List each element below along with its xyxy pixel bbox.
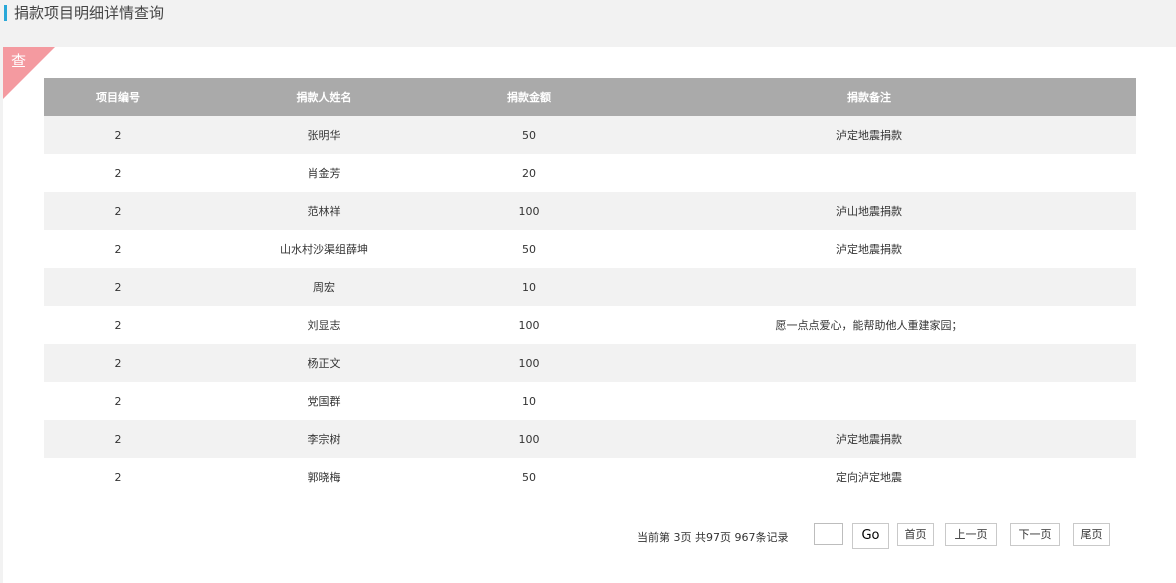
next-page-button[interactable]: 下一页 xyxy=(1010,523,1060,546)
cell-project-id: 2 xyxy=(44,116,192,154)
cell-donor-name: 山水村沙渠组薛坤 xyxy=(192,230,456,268)
go-button[interactable]: Go xyxy=(852,523,889,549)
cell-donor-name: 周宏 xyxy=(192,268,456,306)
cell-project-id: 2 xyxy=(44,268,192,306)
cell-amount: 50 xyxy=(456,230,602,268)
page-title: 捐款项目明细详情查询 xyxy=(14,4,165,22)
cell-remark xyxy=(602,344,1136,382)
previous-page-button[interactable]: 上一页 xyxy=(945,523,997,546)
cell-project-id: 2 xyxy=(44,230,192,268)
cell-remark xyxy=(602,154,1136,192)
cell-amount: 10 xyxy=(456,268,602,306)
table-body: 2 张明华 50 泸定地震捐款 2 肖金芳 20 2 范林祥 100 泸山地震捐款 2 山水村沙渠组薛坤… xyxy=(44,116,1136,496)
cell-donor-name: 李宗树 xyxy=(192,420,456,458)
last-page-button[interactable]: 尾页 xyxy=(1073,523,1110,546)
cell-remark: 定向泸定地震 xyxy=(602,458,1136,496)
cell-donor-name: 范林祥 xyxy=(192,192,456,230)
donation-table: 项目编号 捐款人姓名 捐款金额 捐款备注 2 张明华 50 泸定地震捐款 2 肖金芳 20 2… xyxy=(44,78,1136,496)
cell-remark xyxy=(602,382,1136,420)
title-bar: 捐款项目明细详情查询 xyxy=(0,0,1176,47)
first-page-button[interactable]: 首页 xyxy=(897,523,934,546)
cell-project-id: 2 xyxy=(44,154,192,192)
cell-project-id: 2 xyxy=(44,382,192,420)
table-row: 2 党国群 10 xyxy=(44,382,1136,420)
cell-project-id: 2 xyxy=(44,306,192,344)
cell-remark: 愿一点点爱心，能帮助他人重建家园； xyxy=(602,306,1136,344)
cell-remark: 泸定地震捐款 xyxy=(602,116,1136,154)
table-row: 2 杨正文 100 xyxy=(44,344,1136,382)
cell-amount: 20 xyxy=(456,154,602,192)
cell-project-id: 2 xyxy=(44,192,192,230)
cell-amount: 100 xyxy=(456,306,602,344)
column-header-amount: 捐款金额 xyxy=(456,78,602,116)
cell-donor-name: 肖金芳 xyxy=(192,154,456,192)
cell-project-id: 2 xyxy=(44,458,192,496)
pagination-info: 当前第 3页 共97页 967条记录 xyxy=(637,531,789,544)
cell-amount: 100 xyxy=(456,420,602,458)
query-panel: 查 项目编号 捐款人姓名 捐款金额 捐款备注 2 张明华 50 泸定地震捐款 2 肖金芳 2… xyxy=(3,47,1176,583)
cell-donor-name: 杨正文 xyxy=(192,344,456,382)
cell-amount: 50 xyxy=(456,116,602,154)
column-header-donor-name: 捐款人姓名 xyxy=(192,78,456,116)
cell-donor-name: 郭晓梅 xyxy=(192,458,456,496)
cell-amount: 100 xyxy=(456,344,602,382)
page-number-input[interactable] xyxy=(814,523,843,545)
column-header-remark: 捐款备注 xyxy=(602,78,1136,116)
cell-amount: 10 xyxy=(456,382,602,420)
table-row: 2 刘显志 100 愿一点点爱心，能帮助他人重建家园； xyxy=(44,306,1136,344)
cell-donor-name: 刘显志 xyxy=(192,306,456,344)
cell-project-id: 2 xyxy=(44,420,192,458)
column-header-project-id: 项目编号 xyxy=(44,78,192,116)
pagination: 当前第 3页 共97页 967条记录 Go 首页 上一页 下一页 尾页 xyxy=(3,523,1176,549)
title-accent-bar xyxy=(4,5,7,21)
table-row: 2 肖金芳 20 xyxy=(44,154,1136,192)
table-row: 2 周宏 10 xyxy=(44,268,1136,306)
table-row: 2 山水村沙渠组薛坤 50 泸定地震捐款 xyxy=(44,230,1136,268)
corner-tag-label: 查 xyxy=(11,52,27,70)
cell-amount: 50 xyxy=(456,458,602,496)
cell-project-id: 2 xyxy=(44,344,192,382)
cell-donor-name: 张明华 xyxy=(192,116,456,154)
cell-remark: 泸定地震捐款 xyxy=(602,230,1136,268)
table-row: 2 张明华 50 泸定地震捐款 xyxy=(44,116,1136,154)
cell-remark: 泸定地震捐款 xyxy=(602,420,1136,458)
table-row: 2 范林祥 100 泸山地震捐款 xyxy=(44,192,1136,230)
table-row: 2 李宗树 100 泸定地震捐款 xyxy=(44,420,1136,458)
table-row: 2 郭晓梅 50 定向泸定地震 xyxy=(44,458,1136,496)
cell-amount: 100 xyxy=(456,192,602,230)
table-header-row: 项目编号 捐款人姓名 捐款金额 捐款备注 xyxy=(44,78,1136,116)
cell-remark xyxy=(602,268,1136,306)
cell-donor-name: 党国群 xyxy=(192,382,456,420)
cell-remark: 泸山地震捐款 xyxy=(602,192,1136,230)
